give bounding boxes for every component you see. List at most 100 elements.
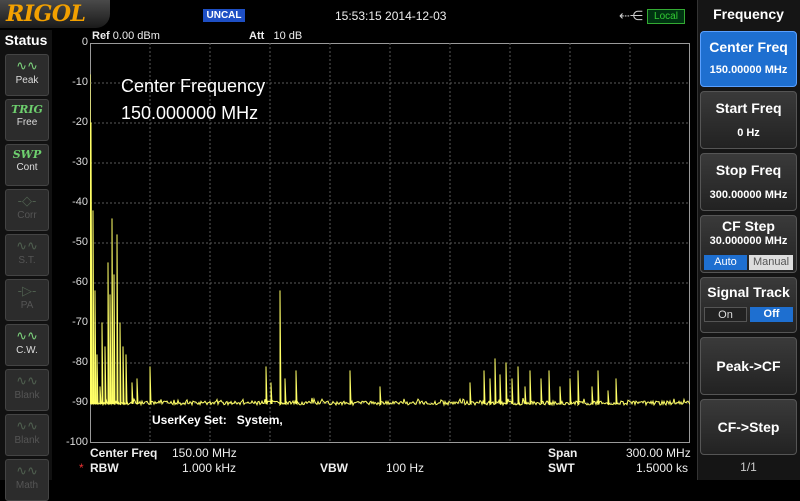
vbw-value: 100 Hz [386, 461, 425, 475]
spectrum-peak-40 [577, 370, 579, 372]
spectrum-peak-13 [119, 322, 121, 324]
status-button-label: Peak [15, 75, 39, 86]
spectrum-peak-18 [149, 366, 151, 368]
spectrum-peak-32 [511, 378, 513, 380]
status-button-blank[interactable]: ∿∿ Blank [5, 369, 49, 411]
spectrum-peak-21 [279, 290, 281, 292]
spectrum-peak-8 [107, 262, 109, 264]
spectrum-peak-25 [379, 386, 381, 388]
status-button-cw[interactable]: ∿∿ C.W. [5, 324, 49, 366]
datetime: 15:53:15 2014-12-03 [335, 9, 447, 23]
spectrum-peak-10 [111, 218, 113, 220]
spectrum-peak-34 [524, 386, 526, 388]
status-button-label: Math [15, 480, 39, 491]
y-tick-label: -20 [72, 116, 88, 128]
center-freq-title: Center Freq [709, 39, 788, 55]
spectrum-peak-14 [122, 346, 124, 348]
status-button-pa[interactable]: -▷- PA [5, 279, 49, 321]
spectrum-peak-38 [559, 386, 561, 388]
spectrum-peak-31 [505, 362, 507, 364]
y-tick-label: -70 [72, 316, 88, 328]
status-button-cont[interactable]: SWP Cont [5, 144, 49, 186]
center-freq-menu-value: 150.00000 MHz [709, 64, 788, 76]
center-freq-label: Center Freq [90, 446, 158, 460]
swt-value: 1.5000 ks [636, 461, 689, 475]
status-button-label: Blank [14, 390, 40, 401]
status-button-corr[interactable]: -◇- Corr [5, 189, 49, 231]
blank-icon: ∿∿ [16, 418, 38, 433]
signal-track-button[interactable]: Signal Track [700, 277, 797, 333]
spectrum-peak-16 [131, 382, 133, 384]
cf-step-auto-toggle[interactable]: Auto [704, 255, 747, 270]
status-button-label: C.W. [16, 345, 38, 356]
rigol-logo: RIGOL [0, 0, 110, 28]
usb-icon: ⇠⋲ [619, 8, 643, 23]
ref-value: 0.00 dBm [112, 30, 160, 42]
peak-icon: ∿∿ [16, 58, 38, 73]
y-tick-label: -10 [72, 76, 88, 88]
cf-step-title: CF Step [722, 218, 775, 234]
center-freq-value: 150.00 MHz [172, 446, 237, 460]
stop-freq-button[interactable]: Stop Freq 300.00000 MHz [700, 153, 797, 211]
corr-icon: -◇- [17, 193, 37, 208]
math-icon: ∿∿ [16, 463, 38, 478]
spectrum-peak-9 [109, 294, 111, 296]
status-button-label: S.T. [18, 255, 36, 266]
y-tick-label: -80 [72, 356, 88, 368]
att-value: 10 dB [273, 30, 303, 42]
cw-icon: ∿∿ [16, 328, 38, 343]
spectrum-peak-37 [548, 370, 550, 372]
center-freq-button[interactable]: Center Freq 150.00000 MHz [700, 31, 797, 87]
logo-text: RIGOL [6, 1, 86, 27]
local-badge[interactable]: Local [647, 9, 685, 24]
status-button-label: PA [20, 300, 34, 311]
status-button-label: Free [16, 117, 38, 128]
status-button-blank[interactable]: ∿∿ Blank [5, 414, 49, 456]
start-freq-button[interactable]: Start Freq 0 Hz [700, 91, 797, 149]
stop-freq-value: 300.00000 MHz [709, 189, 788, 201]
cf-to-step-button[interactable]: CF->Step [700, 399, 797, 455]
cf-to-step-label: CF->Step [717, 419, 780, 435]
cf-step-manual-toggle[interactable]: Manual [749, 255, 793, 270]
status-button-peak[interactable]: ∿∿ Peak [5, 54, 49, 96]
att-label: Att [249, 30, 265, 42]
status-button-math[interactable]: ∿∿ Math [5, 459, 49, 501]
spectrum-peak-42 [597, 370, 599, 372]
center-frequency-annotation: Center Frequency 150.000000 MHz [121, 73, 265, 127]
y-tick-label: -30 [72, 156, 88, 168]
spectrum-peak-35 [529, 370, 531, 372]
vbw-label: VBW [320, 461, 348, 475]
y-tick-label: -40 [72, 196, 88, 208]
rbw-manual-marker: * [79, 461, 84, 475]
rbw-label: RBW [90, 461, 119, 475]
userkey-status: UserKey Set: System, [152, 413, 283, 427]
spectrum-peak-24 [349, 370, 351, 372]
y-tick-label: -50 [72, 236, 88, 248]
spectrum-peak-22 [284, 378, 286, 380]
blank-icon: ∿∿ [16, 373, 38, 388]
attenuation: Att 10 dB [249, 30, 302, 42]
spectrum-peak-33 [517, 366, 519, 368]
spectrum-peak-11 [113, 274, 115, 276]
cf-step-value: 30.000000 MHz [709, 235, 788, 247]
status-button-st[interactable]: ∿∿ S.T. [5, 234, 49, 276]
status-button-label: Corr [17, 210, 37, 221]
annotation-title: Center Frequency [121, 76, 266, 96]
spectrum-peak-26 [469, 382, 471, 384]
swp-icon: SWP [12, 148, 42, 161]
spectrum-peak-7 [104, 346, 106, 348]
spectrum-peak-3 [94, 290, 96, 292]
peak-to-cf-button[interactable]: Peak->CF [700, 337, 797, 395]
y-tick-label: -100 [65, 436, 88, 448]
signal-track-off-toggle[interactable]: Off [750, 307, 793, 322]
span-label: Span [548, 446, 578, 460]
status-button-free[interactable]: TRIG Free [5, 99, 49, 141]
uncal-badge: UNCAL [203, 9, 245, 22]
spectrum-peak-39 [569, 378, 571, 380]
status-button-label: Blank [14, 435, 40, 446]
spectrum-peak-17 [136, 378, 138, 380]
signal-track-on-toggle[interactable]: On [704, 307, 747, 322]
pa-icon: -▷- [17, 283, 37, 298]
spectrum-peak-23 [295, 370, 297, 372]
spectrum-peak-27 [483, 370, 485, 372]
